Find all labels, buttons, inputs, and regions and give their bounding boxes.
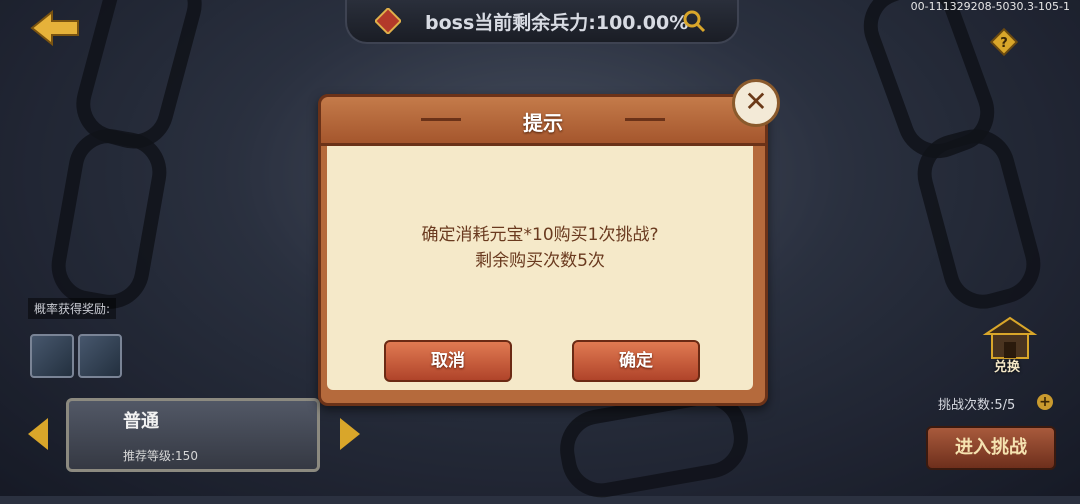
dialog-header: 提示 (321, 97, 765, 146)
reward-item-2[interactable] (78, 334, 122, 378)
cancel-button[interactable]: 取消 (384, 340, 512, 382)
add-challenge-plus-icon[interactable]: + (1037, 394, 1053, 410)
recommended-level: 推荐等级:150 (123, 449, 198, 463)
boss-status-bar: boss当前剩余兵力:100.00% (345, 0, 739, 44)
confirm-button[interactable]: 确定 (572, 340, 700, 382)
build-id-text: 00-111329208-5030.3-105-1 (910, 0, 1070, 13)
dialog-message-line2: 剩余购买次数5次 (475, 251, 605, 271)
dialog-title: 提示 (523, 111, 563, 135)
close-icon[interactable]: ✕ (732, 79, 780, 127)
magnifier-icon[interactable] (681, 8, 707, 34)
prev-difficulty-arrow-icon[interactable] (28, 418, 48, 450)
challenge-count: 挑战次数:5/5 (938, 398, 1016, 413)
dialog-message-line1: 确定消耗元宝*10购买1次挑战? (421, 225, 659, 245)
reward-item-1[interactable] (30, 334, 74, 378)
svg-text:?: ? (1000, 36, 1008, 51)
reward-probability-label: 概率获得奖励: (28, 298, 117, 319)
help-icon[interactable]: ? (990, 28, 1018, 56)
back-arrow-icon[interactable] (28, 8, 82, 48)
difficulty-card[interactable]: 普通 推荐等级:150 (66, 398, 320, 472)
enter-challenge-button[interactable]: 进入挑战 (926, 426, 1056, 470)
exchange-label: 兑换 (994, 360, 1021, 375)
boss-status-text: boss当前剩余兵力:100.00% (425, 12, 689, 34)
boss-badge-icon (375, 8, 401, 34)
confirm-dialog: 提示 确定消耗元宝*10购买1次挑战? 剩余购买次数5次 取消 确定 (318, 94, 768, 406)
next-difficulty-arrow-icon[interactable] (340, 418, 360, 450)
difficulty-name: 普通 (123, 411, 159, 432)
